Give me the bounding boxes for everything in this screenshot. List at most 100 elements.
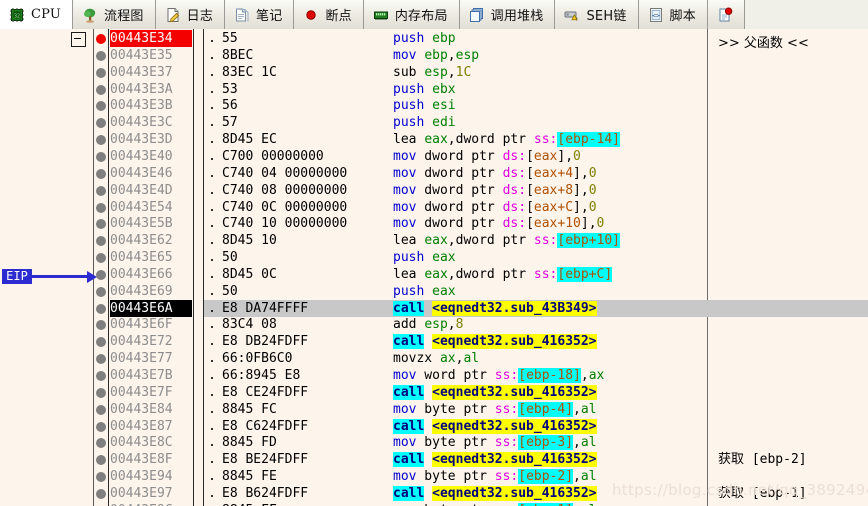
disassembly-row[interactable]: 00443E84. 8845 FC mov byte ptr ss:[ebp-4],… [0,401,868,418]
disassembly-row[interactable]: 00443E5B. C740 10 00000000 mov dword ptr d… [0,215,868,232]
tab-调用堆栈[interactable]: 调用堆栈 [459,0,556,29]
breakpoint-dot[interactable] [96,438,106,449]
breakpoint-dot[interactable] [96,320,106,331]
breakpoint-dot[interactable] [96,101,106,112]
breakpoint-dot[interactable] [96,236,106,247]
breakpoint-dot[interactable] [96,404,106,415]
instruction-token: eax [432,283,456,299]
disassembly-row[interactable]: 00443E7B. 66:8945 E8 mov word ptr ss:[ebp-… [0,367,868,384]
breakpoint-dot[interactable] [96,472,106,483]
breakpoint-dot[interactable] [96,354,106,365]
disassembly-row[interactable]: 00443E3C. 57 push edi [0,114,868,131]
instruction-token: mov [393,216,417,232]
row-address: 00443E35 [110,47,173,63]
breakpoint-dot[interactable] [96,455,106,466]
breakpoint-dot[interactable] [96,253,106,264]
row-marker-dot: . [208,334,216,350]
disassembly-row[interactable]: 00443E6F. 83C4 08 add esp,8 [0,316,868,333]
instruction-token: push [393,283,425,299]
breakpoint-dot[interactable] [96,135,106,146]
breakpoint-dot[interactable] [96,303,106,314]
instruction-token: al [463,351,480,367]
instruction-token [424,98,432,113]
row-instruction: call <eqnedt32.sub_416352> [393,333,597,350]
instruction-token: [ebp+C] [557,266,613,282]
instruction-token: <eqnedt32.sub_416352> [432,452,597,468]
disassembly-row[interactable]: 00443E72. E8 DB24FDFF call <eqnedt32.sub_4… [0,333,868,350]
instruction-token: esp [455,47,480,63]
tab-内存布局[interactable]: 内存布局 [363,0,460,29]
breakpoint-dot[interactable] [96,202,106,213]
row-address: 00443E9C [110,502,192,506]
row-hex-bytes: C740 04 00000000 [222,165,348,181]
disassembly-row[interactable]: 00443E65. 50 push eax [0,249,868,266]
instruction-token: <eqnedt32.sub_416352> [432,334,597,350]
disassembly-row[interactable]: 00443E54. C740 0C 00000000 mov dword ptr d… [0,199,868,216]
main-tab-bar: 32 CPU 流程图 日志 笔记 断点 内存布局 调用堆栈! SEH链 <> 脚本 [0,0,868,30]
disassembly-row[interactable]: 00443E97. E8 B624FDFF call <eqnedt32.sub_4… [0,485,868,502]
tab-日志[interactable]: 日志 [155,0,226,29]
row-address: 00443E34 [110,30,192,47]
disassembly-row[interactable]: 00443E94. 8845 FE mov byte ptr ss:[ebp-2],… [0,468,868,485]
breakpoint-dot[interactable] [96,151,106,162]
instruction-token: <eqnedt32.sub_416352> [432,384,597,400]
disassembly-row[interactable]: 00443E34. 55 push ebp [0,30,868,47]
instruction-token [424,284,432,299]
disassembly-row[interactable]: 00443E69. 50 push eax [0,283,868,300]
row-comment[interactable]: 获取 [ebp-2] [718,451,807,468]
breakpoint-dot[interactable] [96,421,106,432]
cpu-disassembly-pane[interactable]: EIP >> 父函数 << 00443E34. 55 push ebp 00443E3… [0,29,868,506]
row-hex-bytes: E8 DA74FFFF [222,300,309,316]
row-instruction: push eax [393,283,456,300]
disassembly-row[interactable]: 00443E87. E8 C624FDFF call <eqnedt32.sub_4… [0,418,868,435]
breakpoint-dot[interactable] [96,50,106,61]
breakpoint-dot[interactable] [96,67,106,78]
disassembly-row[interactable]: 00443E6A. E8 DA74FFFF call <eqnedt32.sub_4… [0,299,868,317]
breakpoint-dot[interactable] [96,488,106,499]
tab-label: 日志 [186,9,214,24]
disassembly-row[interactable]: 00443E9C. 8845 FF mov byte ptr ss:[ebp-1],… [0,502,868,506]
disassembly-row[interactable]: 00443E3D. 8D45 EC lea eax,dword ptr ss:[eb… [0,131,868,148]
disassembly-row[interactable]: 00443E62. 8D45 10 lea eax,dword ptr ss:[eb… [0,232,868,249]
disassembly-row[interactable]: 00443E4D. C740 08 00000000 mov dword ptr d… [0,182,868,199]
instruction-token: call [393,384,425,400]
row-comment[interactable]: 获取 [ebp-1] [718,485,807,502]
disassembly-row[interactable]: 00443E40. C700 00000000 mov dword ptr ds:[… [0,148,868,165]
instruction-token [424,82,432,97]
disassembly-row[interactable]: 00443E3A. 53 push ebx [0,81,868,98]
instruction-token: ,dword ptr [447,266,534,282]
row-instruction: call <eqnedt32.sub_416352> [393,418,597,435]
breakpoint-dot[interactable] [96,185,106,196]
tab-笔记[interactable]: 笔记 [225,0,295,29]
tab-脚本[interactable]: <> 脚本 [638,0,708,29]
disassembly-row[interactable]: 00443E3B. 56 push esi [0,97,868,114]
breakpoint-dot-active[interactable] [96,34,106,44]
instruction-token: push [393,115,425,131]
row-hex-bytes: 8D45 10 [222,233,277,249]
breakpoint-dot[interactable] [96,118,106,129]
disassembly-row[interactable]: 00443E7F. E8 CE24FDFF call <eqnedt32.sub_4… [0,384,868,401]
disassembly-row[interactable]: 00443E8F. E8 BE24FDFF call <eqnedt32.sub_4… [0,451,868,468]
breakpoint-dot[interactable] [96,286,106,297]
disassembly-row[interactable]: 00443E37. 83EC 1C sub esp,1C [0,64,868,81]
tab-断点[interactable]: 断点 [294,0,364,29]
breakpoint-dot[interactable] [96,269,106,280]
tab-CPU[interactable]: 32 CPU [0,0,74,29]
tab-流程图[interactable]: 流程图 [73,0,156,29]
breakpoint-dot[interactable] [96,168,106,179]
instruction-token: ds: [502,148,527,164]
tab-symbols[interactable] [707,0,745,29]
breakpoint-dot[interactable] [96,337,106,348]
disassembly-row[interactable]: 00443E77. 66:0FB6C0 movzx ax,al [0,350,868,367]
tab-SEH链[interactable]: ! SEH链 [555,0,639,29]
breakpoint-dot[interactable] [96,387,106,398]
disassembly-row[interactable]: 00443E46. C740 04 00000000 mov dword ptr d… [0,165,868,182]
breakpoint-dot[interactable] [96,219,106,230]
row-marker-dot: . [208,115,216,131]
row-instruction: lea eax,dword ptr ss:[ebp+10] [393,232,620,249]
breakpoint-dot[interactable] [96,371,106,381]
disassembly-row[interactable]: 00443E35. 8BEC mov ebp,esp [0,47,868,64]
breakpoint-dot[interactable] [96,84,106,95]
disassembly-row[interactable]: 00443E66. 8D45 0C lea eax,dword ptr ss:[eb… [0,266,868,283]
disassembly-row[interactable]: 00443E8C. 8845 FD mov byte ptr ss:[ebp-3],… [0,434,868,451]
